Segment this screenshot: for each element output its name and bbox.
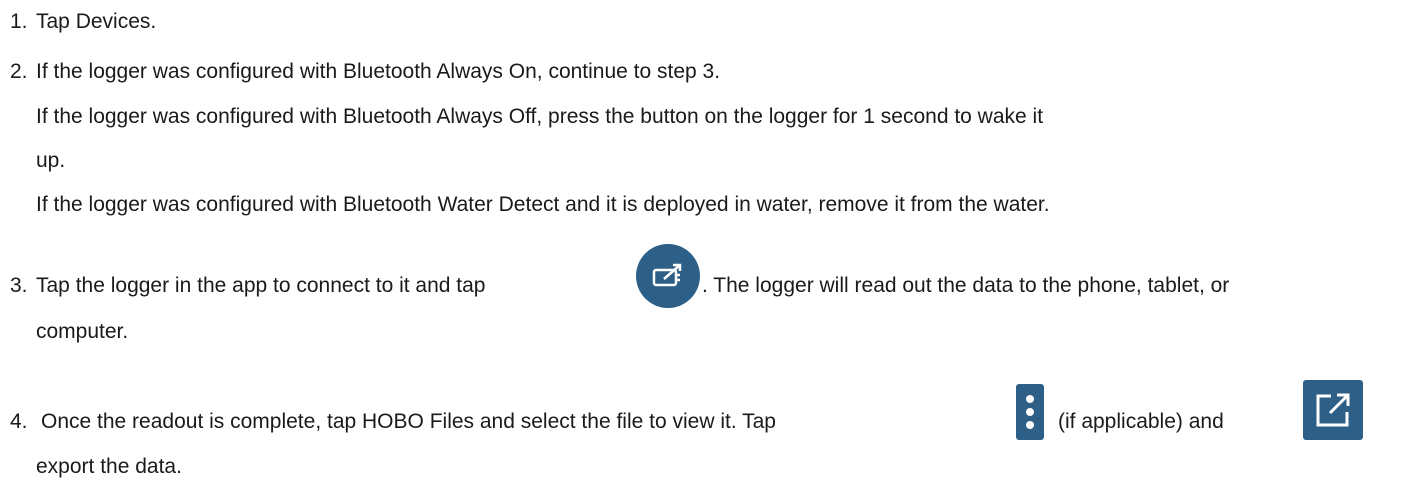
readout-icon-glyph (652, 263, 682, 287)
step-1-text: Tap Devices. (36, 10, 157, 33)
step-2-line-4: If the logger was configured with Blueto… (36, 193, 1050, 216)
step-3-number: 3. (10, 274, 28, 297)
step-4-text-before-icon: Once the readout is complete, tap HOBO F… (41, 410, 776, 433)
export-icon-glyph (1316, 393, 1350, 427)
step-3-text-before-icon: Tap the logger in the app to connect to … (36, 274, 486, 297)
step-2-number: 2. (10, 60, 28, 83)
step-4-line-2: export the data. (36, 455, 182, 478)
more-options-icon (1016, 384, 1044, 440)
step-1-number: 1. (10, 10, 28, 33)
step-4-text-between-icons: (if applicable) and (1058, 410, 1224, 433)
instructions-document: 1. Tap Devices. 2. If the logger was con… (0, 0, 1403, 502)
step-2-line-3: up. (36, 149, 66, 172)
step-2-line-2: If the logger was configured with Blueto… (36, 105, 1044, 128)
step-4-number: 4. (10, 410, 28, 433)
more-options-icon-glyph (1026, 395, 1034, 429)
step-3-text-after-icon: . The logger will read out the data to t… (702, 274, 1230, 297)
step-2-line-1: If the logger was configured with Blueto… (36, 60, 721, 83)
step-3-line-2: computer. (36, 320, 129, 343)
export-icon (1303, 380, 1363, 440)
readout-icon (636, 244, 700, 308)
